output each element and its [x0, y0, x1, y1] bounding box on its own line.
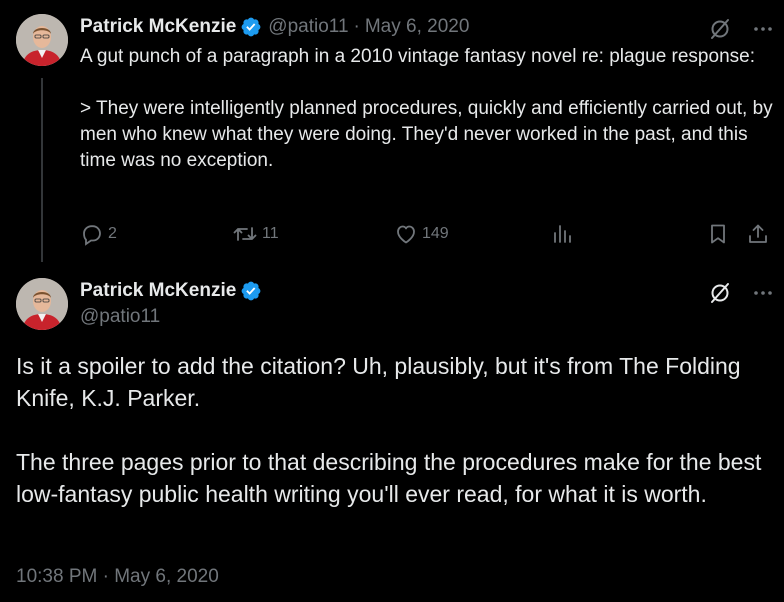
verified-badge-icon [241, 281, 261, 301]
share-button[interactable] [746, 222, 770, 246]
author-name[interactable]: Patrick McKenzie [80, 16, 236, 38]
reply-count: 2 [108, 225, 117, 242]
avatar[interactable] [16, 14, 68, 66]
grok-icon[interactable] [708, 17, 732, 41]
author-name[interactable]: Patrick McKenzie [80, 280, 236, 302]
more-icon[interactable] [752, 282, 774, 304]
like-count: 149 [422, 225, 449, 242]
grok-icon[interactable] [708, 281, 732, 305]
share-icon [749, 224, 767, 243]
repost-icon [233, 227, 257, 241]
tweet-actions: 2 11 149 [80, 222, 770, 248]
bookmark-button[interactable] [706, 222, 730, 246]
views-icon [554, 225, 571, 243]
tweet-timestamp[interactable]: 10:38 PM · May 6, 2020 [16, 566, 219, 588]
like-button[interactable]: 149 [394, 222, 449, 246]
separator: · [353, 16, 360, 37]
avatar[interactable] [16, 278, 68, 330]
tweet-text: A gut punch of a paragraph in a 2010 vin… [80, 46, 773, 171]
tweet2-top-icons [708, 281, 774, 305]
author-handle[interactable]: @patio11 [268, 16, 348, 38]
views-button[interactable] [550, 222, 574, 246]
tweet-text: Is it a spoiler to add the citation? Uh,… [16, 353, 762, 507]
thread-line [41, 78, 43, 262]
reply-button[interactable]: 2 [80, 222, 117, 246]
verified-badge-icon [241, 17, 261, 37]
author-handle[interactable]: @patio11 [80, 306, 160, 328]
like-icon [397, 225, 415, 244]
tweet1-header: Patrick McKenzie @patio11 · May 6, 2020 [80, 16, 469, 38]
tweet1-top-icons [708, 17, 774, 41]
repost-count: 11 [262, 225, 279, 242]
repost-button[interactable]: 11 [232, 222, 279, 246]
tweet-date[interactable]: May 6, 2020 [365, 16, 470, 38]
more-icon[interactable] [752, 18, 774, 40]
tweet2-header: Patrick McKenzie [80, 280, 262, 302]
reply-icon [83, 225, 101, 246]
bookmark-icon [711, 224, 725, 244]
